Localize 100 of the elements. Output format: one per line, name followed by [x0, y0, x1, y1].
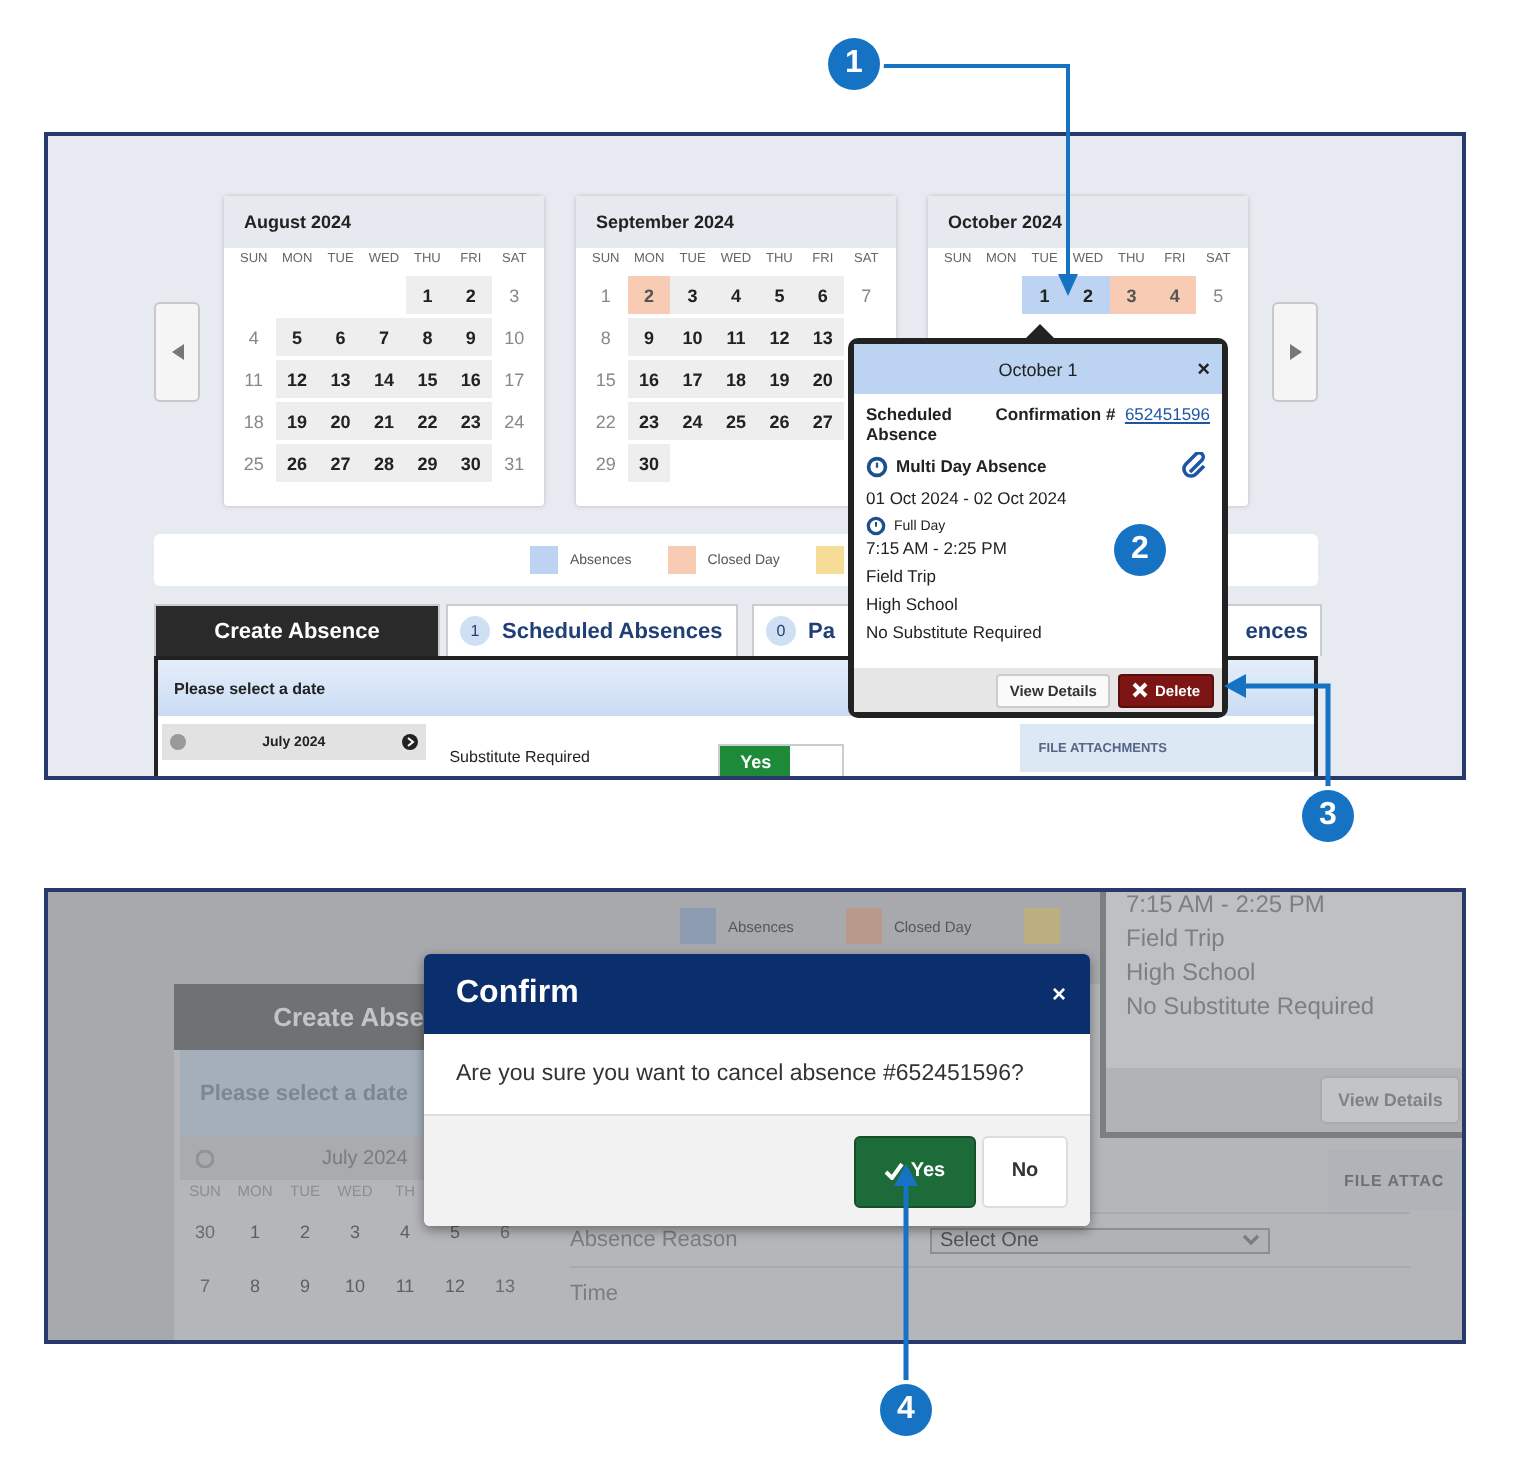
day-cell[interactable]: 29 — [584, 444, 628, 482]
day-cell[interactable]: 22 — [584, 402, 628, 440]
tab[interactable]: Create Absence — [154, 604, 440, 656]
day-cell[interactable]: 19 — [757, 360, 802, 398]
field-label: Time — [570, 1282, 619, 1306]
day-cell[interactable]: 9 — [449, 318, 493, 356]
day-cell[interactable]: 10 — [492, 318, 536, 356]
previous-button[interactable] — [154, 301, 200, 401]
day-cell[interactable]: 27 — [318, 444, 363, 482]
day-cell[interactable]: 1 — [1022, 276, 1067, 314]
confirmation-label: Confirmation # — [995, 404, 1116, 428]
clock-icon — [866, 516, 886, 536]
day-cell[interactable]: 17 — [492, 360, 536, 398]
day-cell[interactable]: 12 — [275, 360, 319, 398]
day-cell[interactable]: 2 — [449, 276, 493, 314]
day-cell[interactable]: 16 — [627, 360, 671, 398]
day-cell[interactable]: 23 — [627, 402, 671, 440]
day-cell[interactable]: 30 — [449, 444, 493, 482]
day-cell[interactable]: 25 — [714, 402, 758, 440]
day-cell[interactable]: 11 — [232, 360, 276, 398]
day-cell[interactable]: 15 — [405, 360, 450, 398]
day-cell[interactable]: 18 — [232, 402, 276, 440]
day-cell[interactable]: 30 — [627, 444, 671, 482]
leader-line — [1224, 674, 1331, 792]
count-badge: 1 — [460, 616, 490, 646]
day-cell[interactable]: 7 — [844, 276, 888, 314]
day-cell[interactable]: 26 — [275, 444, 319, 482]
time-range: 7:15 AM - 2:25 PM — [866, 538, 1007, 558]
day-cell[interactable]: 20 — [318, 402, 363, 440]
day-cell[interactable]: 3 — [670, 276, 715, 314]
day-cell[interactable]: 1 — [584, 276, 628, 314]
check-icon — [884, 1162, 905, 1180]
date-range: 01 Oct 2024 - 02 Oct 2024 — [866, 488, 1067, 508]
day-cell[interactable]: 25 — [232, 444, 276, 482]
day-cell[interactable]: 2 — [627, 276, 671, 314]
reason-dropdown[interactable]: Select One — [930, 1227, 1270, 1253]
day-cell[interactable]: 13 — [318, 360, 363, 398]
day-cell[interactable]: 24 — [670, 402, 715, 440]
day-cell[interactable]: 5 — [275, 318, 319, 356]
day-cell[interactable]: 5 — [1196, 276, 1240, 314]
toggle-switch[interactable]: Yes — [718, 744, 845, 776]
day-cell[interactable]: 13 — [801, 318, 845, 356]
day-cell[interactable]: 1 — [405, 276, 450, 314]
callout-number: 2 — [1114, 524, 1166, 576]
callout-number: 3 — [1302, 790, 1354, 842]
day-cell[interactable]: 2 — [1066, 276, 1110, 314]
month-title: September 2024 — [576, 196, 896, 248]
next-button[interactable] — [1272, 301, 1318, 401]
field-label: Substitute Required — [449, 748, 592, 770]
day-cell[interactable]: 4 — [714, 276, 758, 314]
close-icon — [1132, 682, 1149, 698]
reason-text: Field Trip — [866, 566, 936, 586]
section-heading: FILE ATTAC — [1328, 1150, 1462, 1210]
clock-icon — [866, 455, 888, 477]
day-cell[interactable]: 28 — [362, 444, 406, 482]
confirmation-link[interactable]: 652451596 — [1124, 404, 1210, 444]
day-cell[interactable]: 4 — [1153, 276, 1197, 314]
popup-title: October 1 — [998, 359, 1078, 379]
day-cell[interactable]: 9 — [627, 318, 671, 356]
day-cell[interactable]: 4 — [232, 318, 276, 356]
right-arrow-icon — [1289, 343, 1301, 359]
day-cell[interactable]: 17 — [670, 360, 715, 398]
day-cell[interactable]: 18 — [714, 360, 758, 398]
day-cell[interactable]: 12 — [757, 318, 802, 356]
day-cell[interactable]: 11 — [714, 318, 758, 356]
day-cell[interactable]: 19 — [275, 402, 319, 440]
close-button[interactable]: × — [1197, 357, 1210, 381]
day-cell[interactable]: 3 — [1109, 276, 1154, 314]
tab-label: ences — [1245, 619, 1308, 643]
day-cell[interactable]: 22 — [405, 402, 450, 440]
day-cell[interactable]: 20 — [801, 360, 845, 398]
day-cell[interactable]: 21 — [362, 402, 406, 440]
day-cell[interactable]: 3 — [492, 276, 536, 314]
day-cell[interactable]: 6 — [801, 276, 845, 314]
tab-label: Create Absence — [214, 619, 380, 643]
absence-type: Multi Day Absence — [896, 456, 1047, 476]
left-arrow-icon — [171, 343, 183, 359]
day-cell[interactable]: 14 — [362, 360, 406, 398]
day-cell[interactable]: 31 — [492, 444, 536, 482]
day-cell[interactable]: 16 — [449, 360, 493, 398]
day-cell[interactable]: 5 — [757, 276, 802, 314]
location-text: High School — [1124, 956, 1258, 990]
day-cell[interactable]: 10 — [670, 318, 715, 356]
day-cell[interactable]: 27 — [801, 402, 845, 440]
tab[interactable]: 1 Scheduled Absences — [446, 604, 738, 656]
next-icon[interactable] — [401, 734, 418, 750]
day-cell[interactable]: 23 — [449, 402, 493, 440]
close-button[interactable]: × — [1051, 980, 1066, 1008]
day-cell[interactable]: 8 — [584, 318, 628, 356]
no-button[interactable]: No — [982, 1135, 1068, 1207]
day-cell[interactable]: 29 — [405, 444, 450, 482]
day-cell[interactable]: 26 — [757, 402, 802, 440]
day-cell[interactable]: 7 — [362, 318, 406, 356]
tab-label: Pa — [808, 619, 835, 643]
count-badge: 0 — [766, 616, 796, 646]
day-cell[interactable]: 24 — [492, 402, 536, 440]
day-cell[interactable]: 8 — [405, 318, 450, 356]
day-cell[interactable]: 15 — [584, 360, 628, 398]
yes-button[interactable]: Yes — [854, 1135, 976, 1207]
day-cell[interactable]: 6 — [318, 318, 363, 356]
